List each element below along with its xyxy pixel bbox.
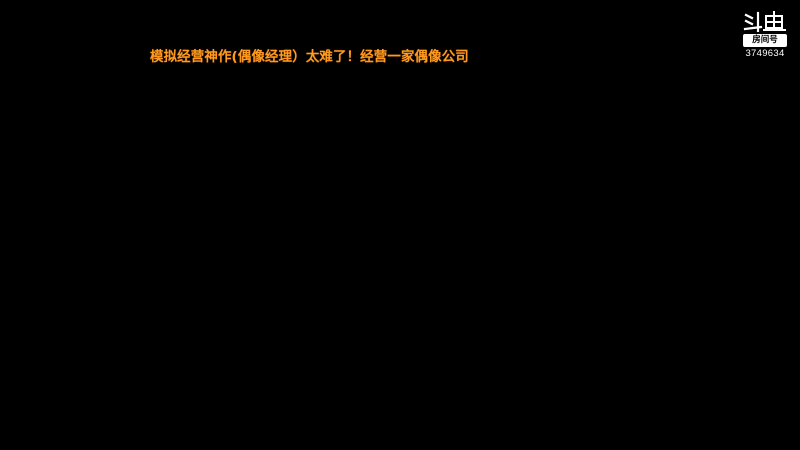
room-id: 3749634 [745,48,785,59]
video-frame: 模拟经营神作(偶像经理）太难了！经营一家偶像公司 房间号 3749634 [0,0,800,450]
stream-title-overlay: 模拟经营神作(偶像经理）太难了！经营一家偶像公司 [150,50,469,65]
douyu-watermark: 房间号 3749634 [739,10,791,60]
douyu-logo-icon [743,11,786,32]
room-number-label: 房间号 [743,34,787,47]
